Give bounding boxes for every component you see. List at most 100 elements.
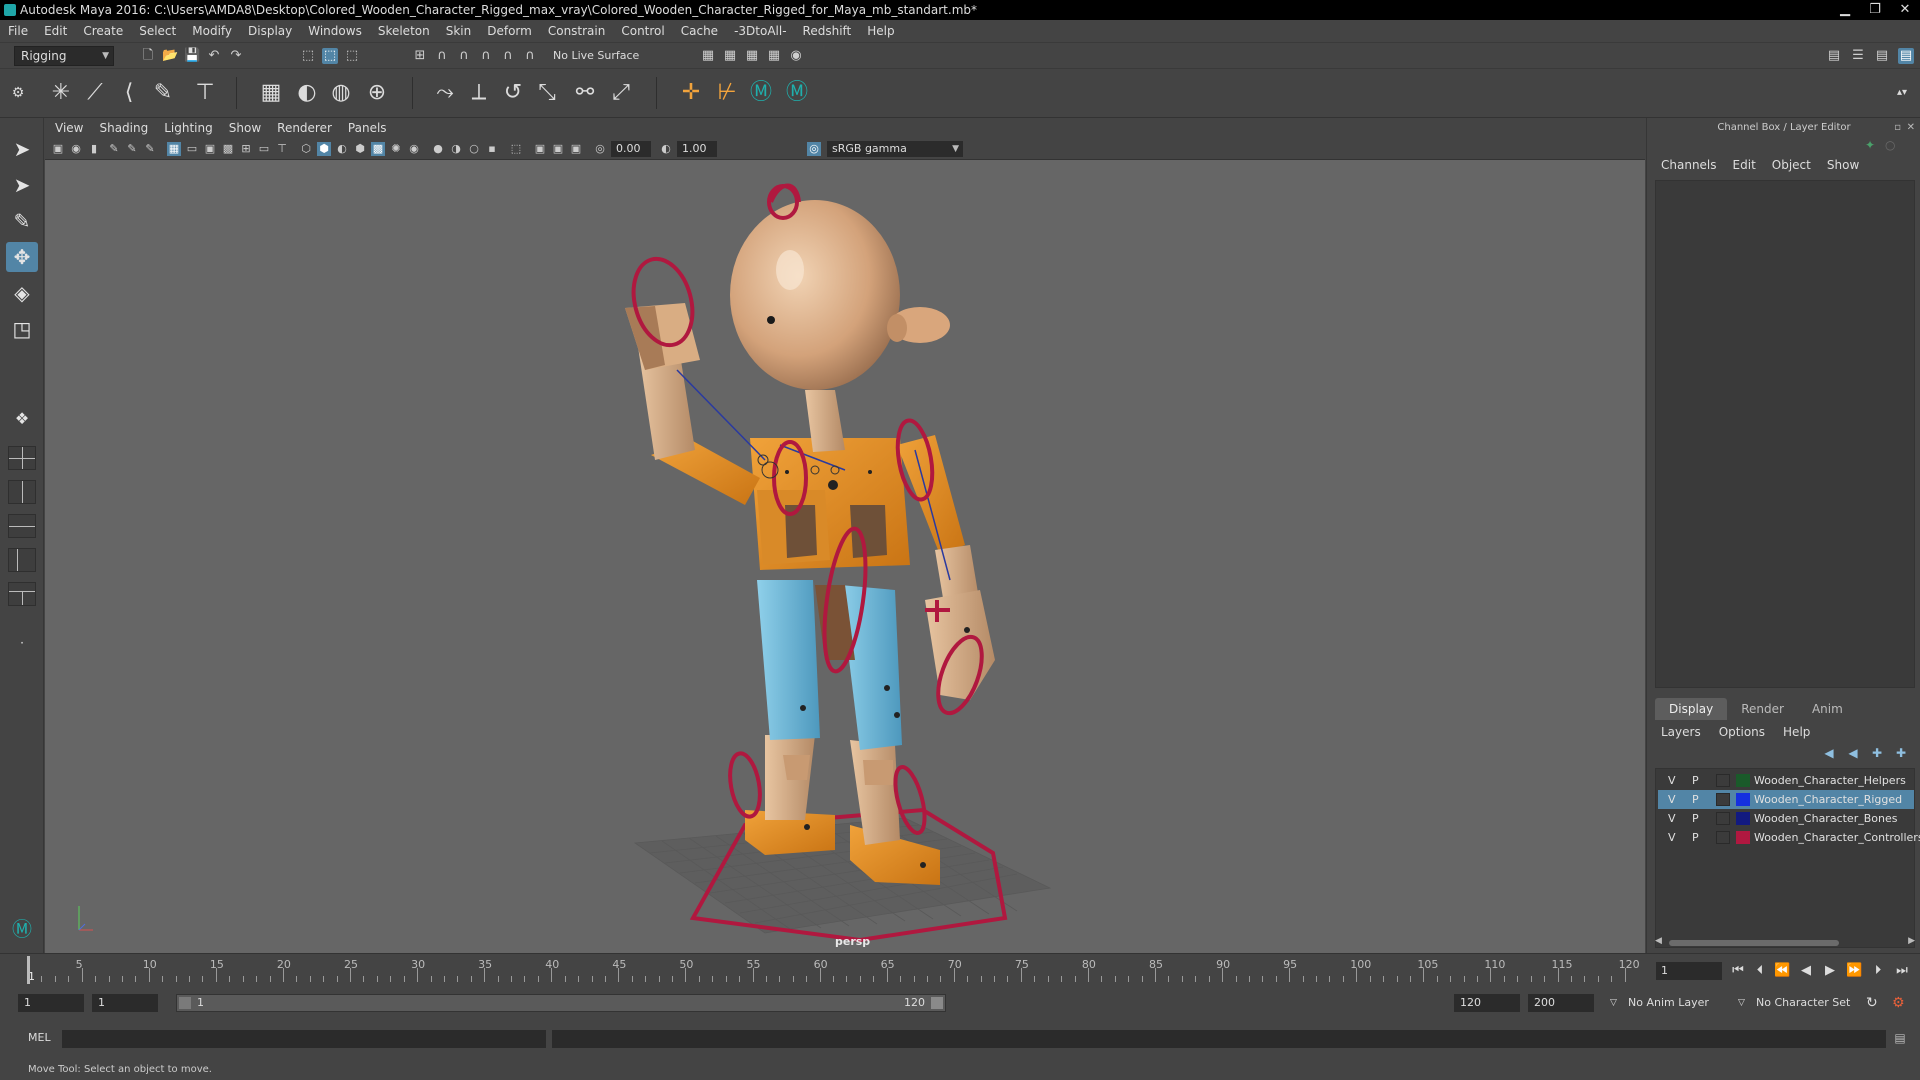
ipr-render-icon[interactable]: ▦ [744,48,760,64]
layer-display-type-toggle[interactable] [1716,774,1730,787]
persp-graph-layout-icon[interactable] [8,548,36,572]
paint-select-icon[interactable]: ✎ [6,206,38,236]
animation-end-field[interactable]: 200 [1528,994,1594,1012]
channel-box-toggle-icon[interactable]: ▤ [1898,48,1914,64]
layer-row[interactable]: V P Wooden_Character_Bones [1658,809,1914,828]
layer-visibility-toggle[interactable]: V [1668,809,1676,828]
pole-vector-icon[interactable]: ⤢ [606,78,636,108]
joint-tool-icon[interactable]: ✳ [46,78,76,108]
depth-of-field-icon[interactable]: ▪ [485,142,499,156]
command-input[interactable] [62,1030,546,1048]
view-transform-dropdown[interactable]: sRGB gamma [827,141,963,157]
step-back-frame-icon[interactable]: ⏴ [1752,964,1768,978]
animation-preferences-icon[interactable]: ⚙ [1886,994,1906,1012]
redo-icon[interactable]: ↷ [228,48,244,64]
layer-menu-layers[interactable]: Layers [1661,725,1701,739]
move-layer-down-icon[interactable]: ◀ [1845,746,1861,762]
go-to-end-icon[interactable]: ⏭ [1894,964,1910,978]
field-chart-icon[interactable]: ⊞ [239,142,253,156]
persp-outliner-layout-icon[interactable] [8,514,36,538]
menu-skin[interactable]: Skin [446,24,472,38]
new-empty-layer-icon[interactable]: ✚ [1869,746,1885,762]
channel-box-manip-icon[interactable]: ○ [1885,138,1895,152]
insert-joint-icon[interactable]: ✎ [148,78,178,108]
orient-constraint-icon[interactable]: ↺ [498,78,528,108]
menu-3dtoall[interactable]: -3DtoAll- [734,24,786,38]
layer-color-swatch[interactable] [1736,793,1750,806]
menu-constrain[interactable]: Constrain [548,24,606,38]
smooth-shade-icon[interactable]: ⬢ [317,142,331,156]
step-forward-key-icon[interactable]: ⏩ [1846,964,1862,978]
select-by-component-icon[interactable]: ⬚ [344,48,360,64]
panel-menu-lighting[interactable]: Lighting [164,121,213,135]
close-icon[interactable]: ✕ [1890,0,1920,20]
screen-space-ao-icon[interactable]: ● [431,142,445,156]
menu-redshift[interactable]: Redshift [803,24,852,38]
snap-curve-icon[interactable]: ∩ [434,48,450,64]
single-pane-layout-icon[interactable]: ❖ [6,404,38,434]
layer-visibility-toggle[interactable]: V [1668,790,1676,809]
aim-constraint-icon[interactable]: ⟂ [464,78,494,108]
layer-row[interactable]: V P Wooden_Character_Rigged [1658,790,1914,809]
2d-pan-zoom-icon[interactable]: ✎ [125,142,139,156]
go-to-start-icon[interactable]: ⏮ [1730,964,1746,978]
wireframe-icon[interactable]: ⬡ [299,142,313,156]
layer-visibility-toggle[interactable]: V [1668,771,1676,790]
ik-handle-icon[interactable]: ⟋ [80,78,110,108]
film-gate-icon[interactable]: ▭ [185,142,199,156]
panel-menu-shading[interactable]: Shading [99,121,148,135]
smooth-bind-icon[interactable]: ◐ [292,78,322,108]
motion-blur-icon[interactable]: ◑ [449,142,463,156]
isolate-select-icon[interactable]: ⬚ [509,142,523,156]
menu-deform[interactable]: Deform [487,24,532,38]
open-scene-icon[interactable]: 📂 [162,48,178,64]
new-scene-icon[interactable]: 🗋 [140,48,156,64]
ik-spline-icon[interactable]: ⟨ [114,78,144,108]
shelf-scroll-icon[interactable]: ▴▾ [1892,78,1912,108]
channel-menu-object[interactable]: Object [1772,158,1811,172]
layer-playback-toggle[interactable]: P [1692,828,1699,847]
exposure-field[interactable]: 0.00 [611,141,651,157]
layer-color-swatch[interactable] [1736,812,1750,825]
scale-constraint-icon[interactable]: ⤡ [532,78,562,108]
layer-playback-toggle[interactable]: P [1692,771,1699,790]
camera-attributes-icon[interactable]: ◉ [69,142,83,156]
hik-control-icon[interactable]: Ⓜ [782,78,812,108]
layer-menu-options[interactable]: Options [1719,725,1765,739]
channel-menu-edit[interactable]: Edit [1733,158,1756,172]
minimize-icon[interactable]: ▁ [1830,0,1860,20]
panel-menu-view[interactable]: View [55,121,83,135]
layer-visibility-toggle[interactable]: V [1668,828,1676,847]
menu-file[interactable]: File [8,24,28,38]
step-back-key-icon[interactable]: ⏪ [1774,964,1790,978]
orient-joint-icon[interactable]: ⊤ [190,78,220,108]
anim-layer-dropdown-arrow-icon[interactable]: ▽ [1604,994,1618,1012]
menu-set-dropdown[interactable]: Rigging [14,46,114,66]
range-end-handle[interactable] [931,997,943,1009]
scroll-thumb[interactable] [1669,940,1839,946]
menu-cache[interactable]: Cache [681,24,718,38]
playback-range-bar[interactable]: 1 120 [176,994,946,1012]
menu-modify[interactable]: Modify [192,24,232,38]
playback-start-field[interactable]: 1 [92,994,158,1012]
layer-color-swatch[interactable] [1736,831,1750,844]
float-panel-icon[interactable]: ▫ [1894,118,1901,138]
layer-playback-toggle[interactable]: P [1692,809,1699,828]
bookmarks-icon[interactable]: ▮ [87,142,101,156]
current-time-indicator[interactable] [27,956,30,984]
menu-control[interactable]: Control [621,24,664,38]
scroll-right-icon[interactable]: ▶ [1908,936,1915,946]
gate-mask-icon[interactable]: ▩ [221,142,235,156]
animation-start-field[interactable]: 1 [18,994,84,1012]
menu-help[interactable]: Help [867,24,894,38]
close-panel-icon[interactable]: ✕ [1907,118,1915,138]
locator-icon[interactable]: ✛ [676,78,706,108]
lasso-tool-icon[interactable]: ➤ [6,170,38,200]
character-set-dropdown-arrow-icon[interactable]: ▽ [1732,994,1746,1012]
grid-icon[interactable]: ▦ [167,142,181,156]
attribute-editor-icon[interactable]: ☰ [1850,48,1866,64]
layer-row[interactable]: V P Wooden_Character_Helpers [1658,771,1914,790]
layer-display-type-toggle[interactable] [1716,793,1730,806]
tab-anim[interactable]: Anim [1798,698,1857,720]
shadows-icon[interactable]: ◉ [407,142,421,156]
